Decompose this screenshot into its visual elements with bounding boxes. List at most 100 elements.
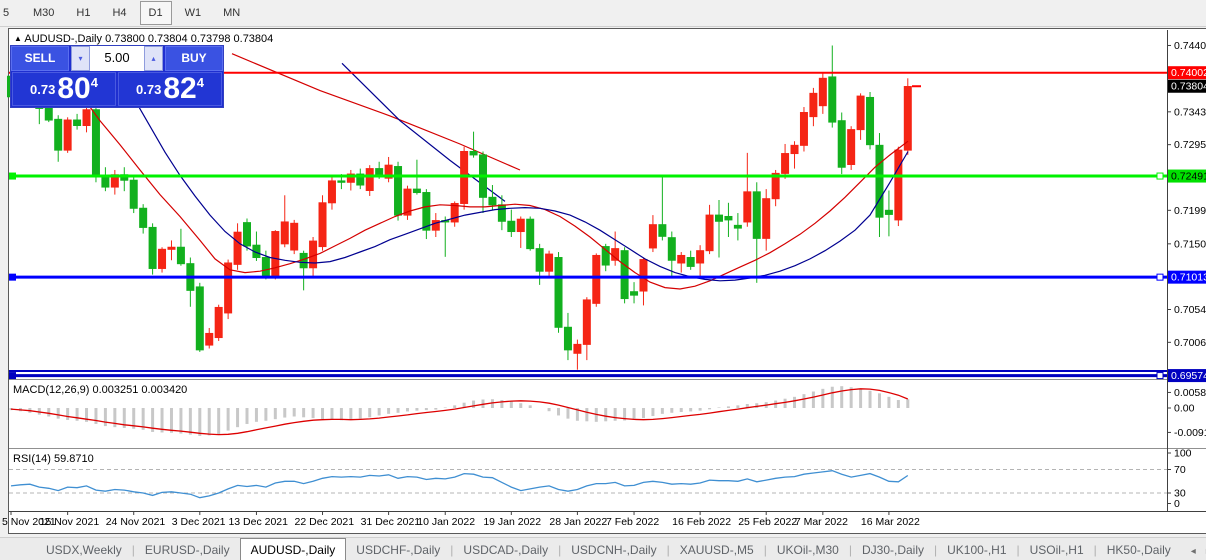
candle-2022-01-20 xyxy=(517,219,524,231)
timeframe-button-h1[interactable]: H1 xyxy=(67,1,99,25)
candle-2021-12-10 xyxy=(244,223,251,246)
candle-2022-01-18 xyxy=(498,205,505,221)
candle-2021-12-22 xyxy=(319,203,326,247)
candle-2022-03-10 xyxy=(848,130,855,165)
candle-2022-03-14 xyxy=(867,97,874,144)
tab-hk50-daily[interactable]: HK50-,Daily xyxy=(1097,540,1181,560)
date-tick-label: 15 Nov 2021 xyxy=(40,516,100,528)
rsi-tick-0: 0 xyxy=(1174,498,1180,510)
one-click-trade-panel: SELL ▾ 5.00 ▴ BUY 0.73804 0.73824 xyxy=(10,45,224,108)
candle-2022-01-31 xyxy=(583,300,590,344)
rsi-tick-100: 100 xyxy=(1174,448,1192,460)
candle-2022-03-02 xyxy=(791,145,798,153)
candle-2022-01-06 xyxy=(423,193,430,231)
candle-2022-01-13 xyxy=(470,151,477,154)
chart-title: ▲ AUDUSD-,Daily 0.73800 0.73804 0.73798 … xyxy=(14,33,273,45)
candle-2022-02-15 xyxy=(687,258,694,267)
candle-2021-12-29 xyxy=(366,169,373,191)
candle-2022-02-11 xyxy=(668,238,675,261)
candle-2021-12-23 xyxy=(328,181,335,203)
candle-2022-02-18 xyxy=(716,215,723,221)
sell-button[interactable]: SELL xyxy=(11,46,69,71)
candle-2022-01-17 xyxy=(489,197,496,205)
candle-2022-02-23 xyxy=(744,192,751,222)
candle-2021-12-09 xyxy=(234,232,241,264)
symbol-tab-bar: USDX,Weekly|EURUSD-,DailyAUDUSD-,DailyUS… xyxy=(0,537,1206,560)
macd-tick-0.00585: 0.00585 xyxy=(1174,387,1206,399)
candle-2022-01-27 xyxy=(564,327,571,350)
volume-decrease-button[interactable]: ▾ xyxy=(71,46,90,71)
candle-2022-03-08 xyxy=(829,77,836,122)
candle-2022-03-09 xyxy=(838,121,845,168)
tab-usdx-weekly[interactable]: USDX,Weekly xyxy=(36,540,132,560)
macd-tick--0.00918: -0.00918 xyxy=(1174,427,1206,439)
candle-2021-11-15 xyxy=(64,120,71,150)
sell-price-display[interactable]: 0.73804 xyxy=(12,72,116,106)
candle-2021-12-01 xyxy=(177,247,184,263)
candle-2021-12-24 xyxy=(338,181,345,182)
candle-2022-01-24 xyxy=(536,249,543,272)
candle-2022-02-09 xyxy=(649,225,656,248)
candle-2022-03-01 xyxy=(782,154,789,174)
candle-2021-12-03 xyxy=(196,287,203,350)
candle-2022-01-28 xyxy=(574,344,581,353)
timeframe-button-w1[interactable]: W1 xyxy=(176,1,211,25)
candle-2021-11-25 xyxy=(140,208,147,227)
price-line-label-0.69574: 0.69574 xyxy=(1171,370,1206,382)
candle-2022-02-03 xyxy=(612,249,619,261)
tab-usoil-h1[interactable]: USOil-,H1 xyxy=(1020,540,1094,560)
date-tick-label: 28 Jan 2022 xyxy=(549,516,607,528)
date-tick-label: 7 Feb 2022 xyxy=(606,516,659,528)
rsi-label: RSI(14) 59.8710 xyxy=(13,453,94,465)
volume-increase-button[interactable]: ▴ xyxy=(144,46,163,71)
date-tick-label: 16 Feb 2022 xyxy=(672,516,731,528)
buy-price-display[interactable]: 0.73824 xyxy=(118,72,222,106)
price-tick-0.71500: 0.71500 xyxy=(1174,238,1206,250)
tab-usdcnh-daily[interactable]: USDCNH-,Daily xyxy=(561,540,666,560)
current-price-dash xyxy=(912,85,921,87)
timeframe-button-m30[interactable]: M30 xyxy=(24,1,63,25)
candle-2022-01-19 xyxy=(508,221,515,231)
price-tick-0.72950: 0.72950 xyxy=(1174,139,1206,151)
price-tick-0.73430: 0.73430 xyxy=(1174,106,1206,118)
candle-2021-11-19 xyxy=(102,177,109,187)
tab-uk100-h1[interactable]: UK100-,H1 xyxy=(937,540,1016,560)
tab-ukoil-m30[interactable]: UKOil-,M30 xyxy=(767,540,849,560)
candle-2022-03-07 xyxy=(819,78,826,105)
date-tick-label: 24 Nov 2021 xyxy=(106,516,166,528)
tab-usdchf-daily[interactable]: USDCHF-,Daily xyxy=(346,540,450,560)
candle-2021-11-30 xyxy=(168,247,175,249)
date-tick-label: 16 Mar 2022 xyxy=(861,516,920,528)
candle-2022-03-04 xyxy=(810,93,817,116)
candle-2022-03-17 xyxy=(895,150,902,220)
tab-xauusd-m5[interactable]: XAUUSD-,M5 xyxy=(670,540,764,560)
tab-dj30-daily[interactable]: DJ30-,Daily xyxy=(852,540,934,560)
tab-eurusd-daily[interactable]: EURUSD-,Daily xyxy=(135,540,240,560)
buy-button[interactable]: BUY xyxy=(165,46,223,71)
price-tick-0.70540: 0.70540 xyxy=(1174,304,1206,316)
timeframe-button-h4[interactable]: H4 xyxy=(103,1,135,25)
chart-quote-values: 0.73800 0.73804 0.73798 0.73804 xyxy=(105,33,273,45)
macd-tick-0.00: 0.00 xyxy=(1174,403,1195,415)
timeframe-button-5[interactable]: 5 xyxy=(0,1,20,25)
date-tick-label: 25 Feb 2022 xyxy=(738,516,797,528)
timeframe-button-d1[interactable]: D1 xyxy=(140,1,172,25)
date-tick-label: 19 Jan 2022 xyxy=(483,516,541,528)
chevron-up-icon[interactable]: ▲ xyxy=(14,34,22,43)
candle-2022-02-04 xyxy=(621,251,628,299)
candle-2021-12-06 xyxy=(206,333,213,345)
candle-2021-12-15 xyxy=(272,232,279,277)
macd-label: MACD(12,26,9) 0.003251 0.003420 xyxy=(13,384,187,396)
candle-2022-02-25 xyxy=(763,199,770,239)
timeframe-button-mn[interactable]: MN xyxy=(214,1,249,25)
tab-usdcad-daily[interactable]: USDCAD-,Daily xyxy=(453,540,558,560)
date-tick-label: 13 Dec 2021 xyxy=(228,516,288,528)
tab-scroll-left-icon[interactable]: ◂ xyxy=(1191,546,1196,557)
candle-2022-01-03 xyxy=(395,167,402,216)
tab-audusd-daily[interactable]: AUDUSD-,Daily xyxy=(240,538,347,560)
date-tick-label: 3 Dec 2021 xyxy=(172,516,226,528)
volume-input[interactable]: 5.00 xyxy=(90,46,144,71)
candle-2022-02-14 xyxy=(678,255,685,263)
price-line-label-0.73804: 0.73804 xyxy=(1171,81,1206,93)
price-tick-0.70060: 0.70060 xyxy=(1174,337,1206,349)
